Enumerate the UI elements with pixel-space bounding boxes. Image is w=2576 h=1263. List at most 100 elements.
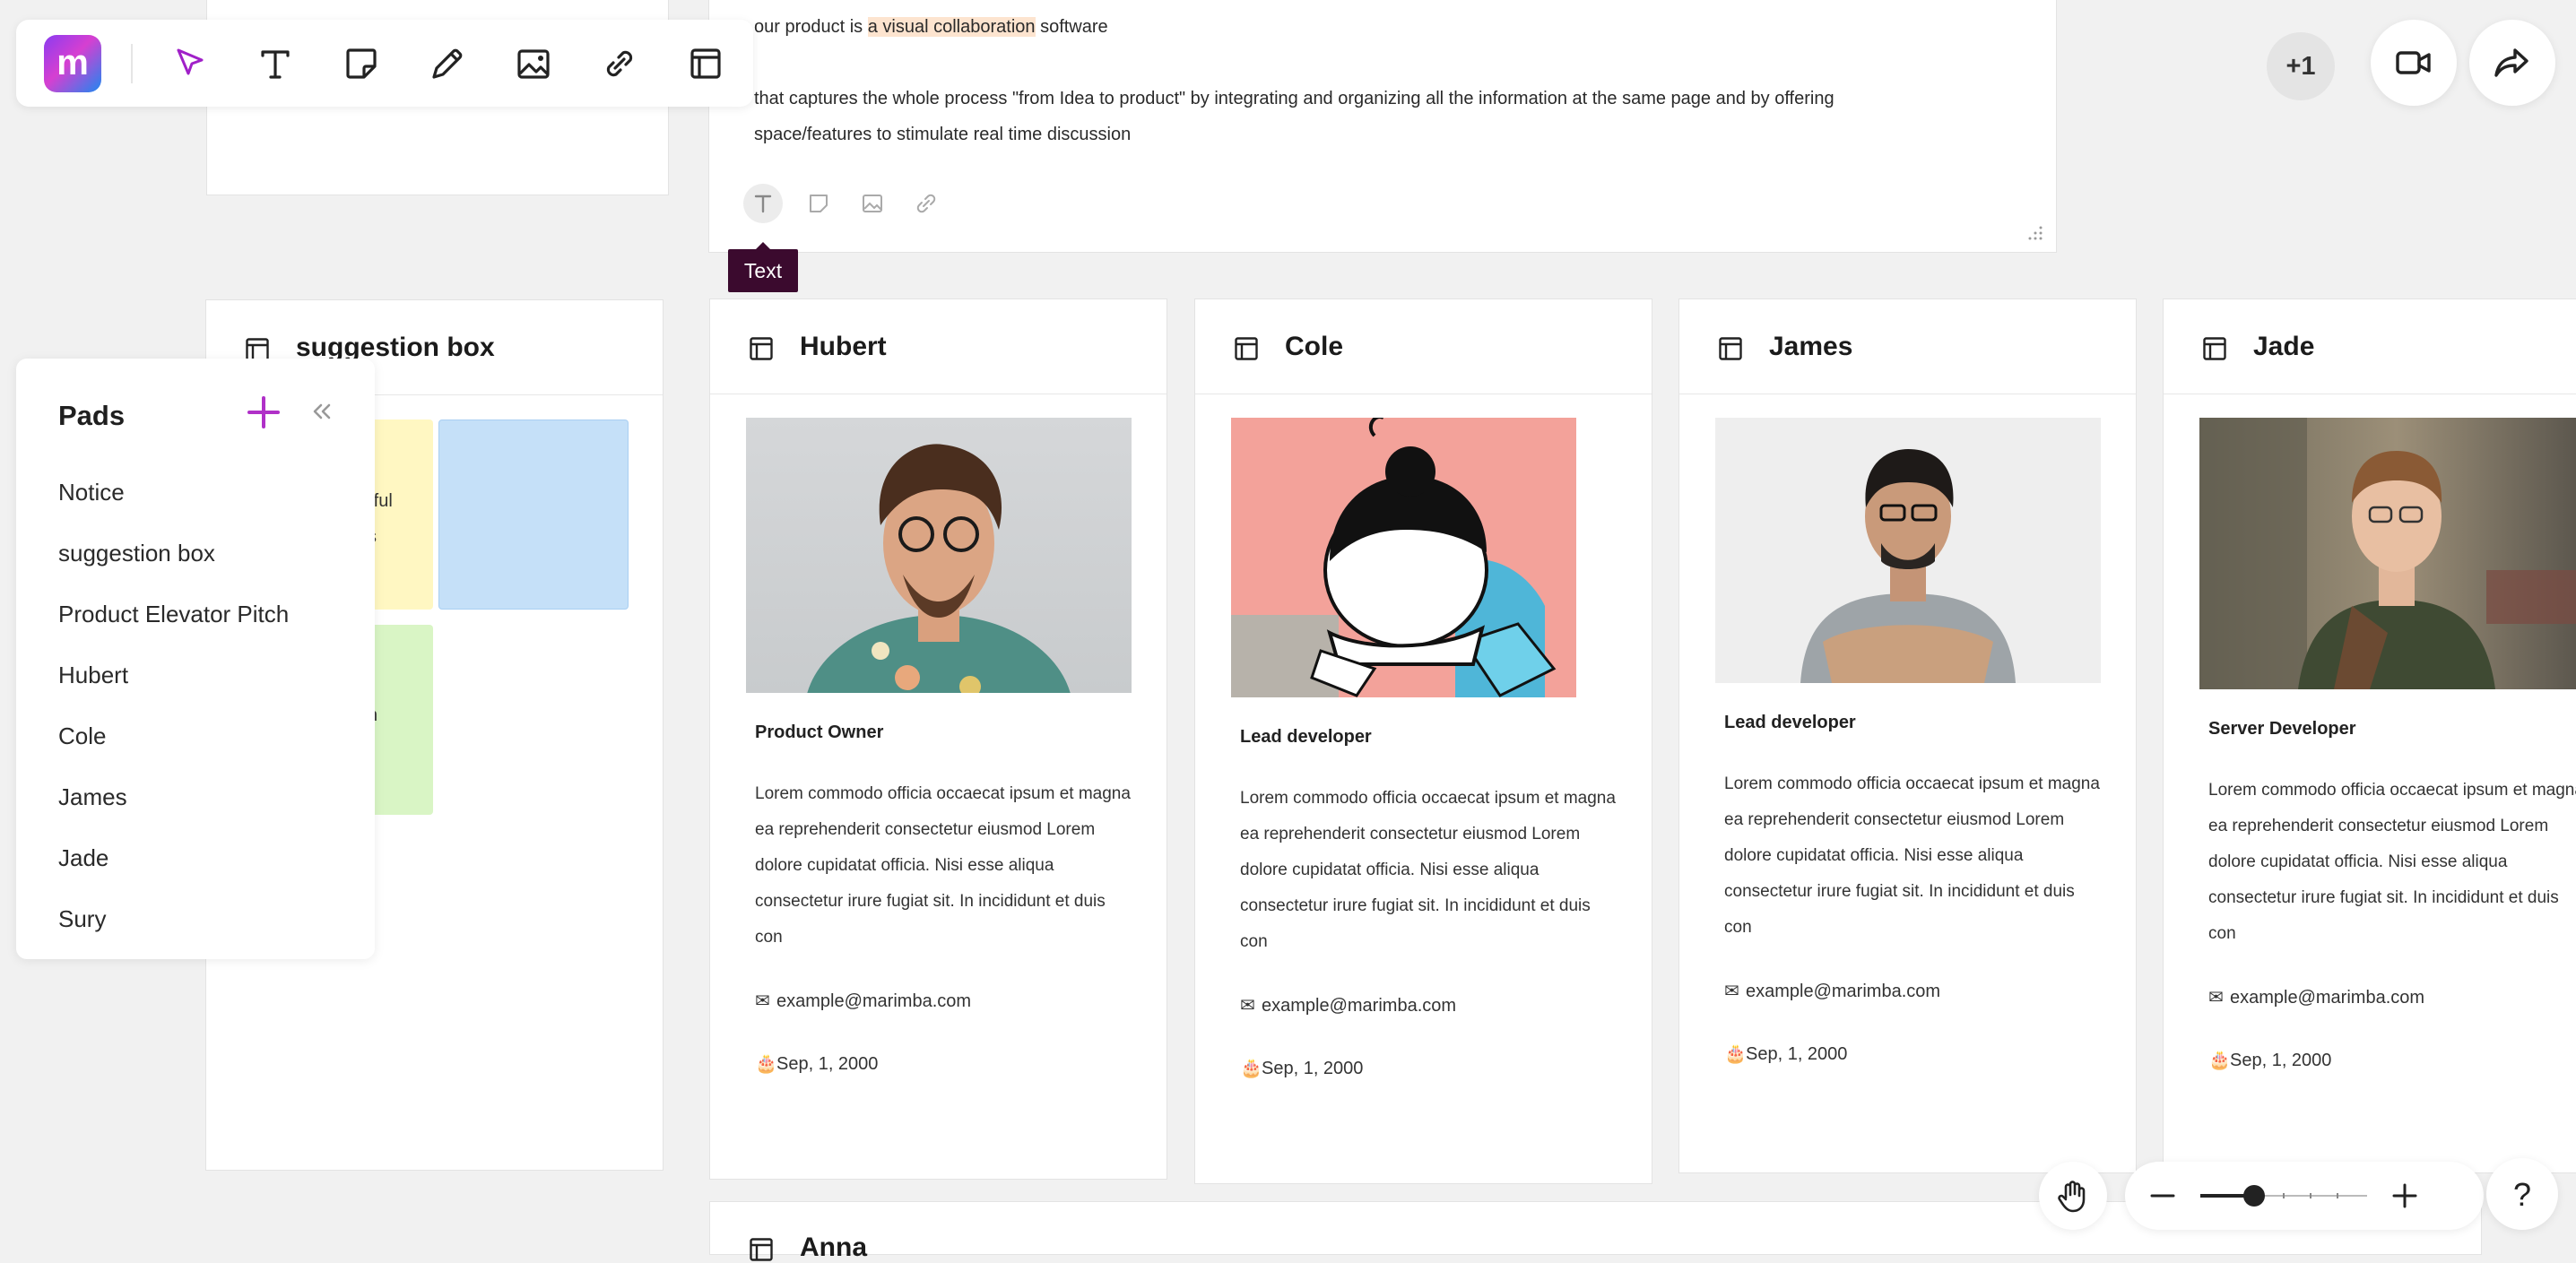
pad-jade[interactable]: Jade Server Developer Lorem commodo offi… xyxy=(2163,298,2576,1173)
pads-panel: Pads Notice suggestion box Product Eleva… xyxy=(16,359,375,959)
sticky-note[interactable]: rful s xyxy=(368,420,433,610)
pad-header: Hubert xyxy=(710,299,1167,394)
zoom-in-icon[interactable] xyxy=(2387,1178,2423,1214)
envelope-icon: ✉ xyxy=(2208,988,2224,1008)
pads-item-jade[interactable]: Jade xyxy=(58,844,108,872)
text-icon[interactable] xyxy=(251,39,299,88)
zoom-out-icon[interactable] xyxy=(2145,1178,2181,1214)
insert-note-icon[interactable] xyxy=(799,184,838,223)
pad-icon xyxy=(750,1238,773,1261)
description-text: Lorem commodo officia occaecat ipsum et … xyxy=(755,784,1131,947)
insert-image-icon[interactable] xyxy=(853,184,892,223)
pads-item-hubert[interactable]: Hubert xyxy=(58,662,128,689)
image-icon[interactable] xyxy=(509,39,558,88)
zoom-slider-tick xyxy=(2337,1193,2338,1198)
role-label: Product Owner xyxy=(755,722,884,742)
pad-icon xyxy=(1235,337,1258,360)
description-text: Lorem commodo officia occaecat ipsum et … xyxy=(2208,781,2576,943)
text-segment: our product is xyxy=(754,17,868,37)
text-line-1[interactable]: our product is a visual collaboration so… xyxy=(754,17,1108,38)
zoom-control xyxy=(2125,1162,2484,1230)
role-label: Server Developer xyxy=(2208,719,2356,739)
birthday-row: 🎂Sep, 1, 2000 xyxy=(1724,1042,1847,1065)
pencil-icon[interactable] xyxy=(423,39,472,88)
cursor-icon[interactable] xyxy=(165,39,213,88)
email-text[interactable]: example@marimba.com xyxy=(2230,988,2424,1008)
zoom-slider-tick xyxy=(2310,1193,2311,1198)
birthday-text: Sep, 1, 2000 xyxy=(1262,1059,1364,1078)
profile-photo[interactable] xyxy=(1231,418,1576,697)
birthday-row: 🎂Sep, 1, 2000 xyxy=(755,1052,878,1075)
cake-icon: 🎂 xyxy=(2208,1051,2231,1070)
description-text: Lorem commodo officia occaecat ipsum et … xyxy=(1240,789,1616,951)
email-text[interactable]: example@marimba.com xyxy=(1262,996,1456,1016)
profile-photo[interactable] xyxy=(746,418,1132,693)
cake-icon: 🎂 xyxy=(1240,1059,1262,1078)
pads-item-sury[interactable]: Sury xyxy=(58,905,106,933)
envelope-icon: ✉ xyxy=(1240,996,1255,1016)
birthday-row: 🎂Sep, 1, 2000 xyxy=(2208,1049,2331,1071)
email-text[interactable]: example@marimba.com xyxy=(1746,982,1940,1001)
email-text[interactable]: example@marimba.com xyxy=(776,991,971,1011)
help-button[interactable]: ? xyxy=(2486,1158,2558,1230)
main-toolbar: m xyxy=(16,20,753,107)
text-tooltip: Text xyxy=(728,242,798,292)
insert-text-icon[interactable] xyxy=(743,184,783,223)
pad-header: James xyxy=(1679,299,2136,394)
participants-count: +1 xyxy=(2285,52,2316,81)
email-row: ✉ example@marimba.com xyxy=(2208,986,2424,1008)
pad-icon xyxy=(750,337,773,360)
pad-title[interactable]: Cole xyxy=(1285,332,1343,362)
pad-cole[interactable]: Cole Lead developer Lorem commodo offici… xyxy=(1194,298,1652,1184)
pad-title[interactable]: Jade xyxy=(2253,332,2314,362)
text-line-2[interactable]: that captures the whole process "from Id… xyxy=(754,89,1834,109)
zoom-slider-tick xyxy=(2283,1193,2285,1198)
pad-icon[interactable] xyxy=(681,39,730,88)
pad-icon xyxy=(2203,337,2226,360)
pads-item-suggestion-box[interactable]: suggestion box xyxy=(58,540,215,567)
role-label: Lead developer xyxy=(1724,713,1856,732)
profile-photo[interactable] xyxy=(1715,418,2101,683)
pads-panel-title: Pads xyxy=(58,400,126,431)
profile-photo[interactable] xyxy=(2199,418,2576,689)
envelope-icon: ✉ xyxy=(755,991,770,1011)
text-edit-card[interactable]: our product is a visual collaboration so… xyxy=(708,0,2057,253)
collapse-panel-icon[interactable] xyxy=(308,398,335,425)
sticky-note[interactable]: h xyxy=(368,625,433,815)
envelope-icon: ✉ xyxy=(1724,982,1739,1001)
sticky-note-icon[interactable] xyxy=(337,39,386,88)
pad-hubert[interactable]: Hubert Product Owner Lorem commodo offic… xyxy=(709,298,1167,1180)
pads-item-james[interactable]: James xyxy=(58,783,127,811)
pad-james[interactable]: James Lead developer Lorem commodo offic… xyxy=(1678,298,2137,1173)
pad-title[interactable]: James xyxy=(1769,332,1852,362)
pad-icon xyxy=(1719,337,1742,360)
toolbar-divider xyxy=(131,44,133,83)
sticky-note[interactable] xyxy=(438,420,629,610)
insert-link-icon[interactable] xyxy=(906,184,946,223)
hand-tool-button[interactable] xyxy=(2039,1162,2107,1230)
birthday-text: Sep, 1, 2000 xyxy=(1746,1044,1848,1064)
zoom-slider-thumb[interactable] xyxy=(2243,1185,2265,1207)
pad-title[interactable]: Hubert xyxy=(800,332,887,362)
text-line-3[interactable]: space/features to stimulate real time di… xyxy=(754,125,1131,145)
share-button[interactable] xyxy=(2469,20,2555,106)
cake-icon: 🎂 xyxy=(1724,1044,1747,1064)
cake-icon: 🎂 xyxy=(755,1054,777,1074)
pad-title[interactable]: Anna xyxy=(800,1233,867,1263)
resize-handle-icon[interactable] xyxy=(2027,225,2043,241)
pad-header: Jade xyxy=(2164,299,2576,394)
birthday-text: Sep, 1, 2000 xyxy=(776,1054,879,1074)
participants-badge[interactable]: +1 xyxy=(2267,32,2335,100)
description-text: Lorem commodo officia occaecat ipsum et … xyxy=(1724,774,2100,937)
pads-item-product-elevator-pitch[interactable]: Product Elevator Pitch xyxy=(58,601,289,628)
link-icon[interactable] xyxy=(595,39,644,88)
text-segment: software xyxy=(1035,17,1108,37)
add-pad-icon[interactable] xyxy=(244,393,283,432)
pads-item-cole[interactable]: Cole xyxy=(58,722,106,750)
pads-item-notice[interactable]: Notice xyxy=(58,479,125,506)
highlighted-text: a visual collaboration xyxy=(867,17,1036,37)
video-call-button[interactable] xyxy=(2371,20,2457,106)
video-camera-icon xyxy=(2396,51,2431,74)
app-logo[interactable]: m xyxy=(44,35,101,92)
birthday-row: 🎂Sep, 1, 2000 xyxy=(1240,1057,1363,1079)
